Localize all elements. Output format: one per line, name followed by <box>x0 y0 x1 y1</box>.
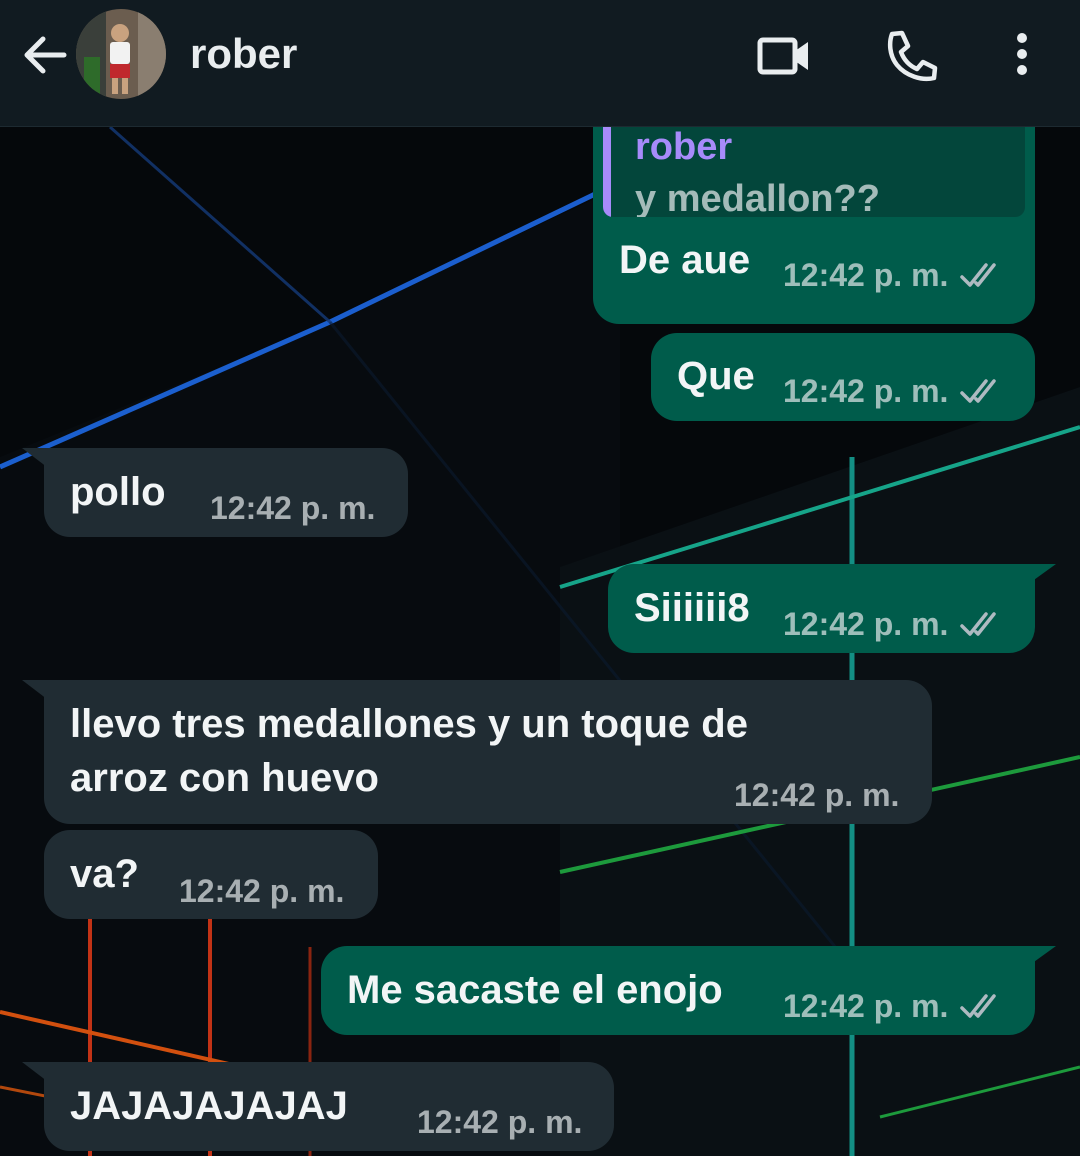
message-meta: 12:42 p. m. <box>783 255 1004 295</box>
phone-icon <box>887 30 938 82</box>
message-time: 12:42 p. m. <box>417 1104 583 1140</box>
message-text: De aue <box>619 238 751 282</box>
video-call-button[interactable] <box>755 28 815 84</box>
message-bubble-incoming[interactable]: JAJAJAJAJAJ 12:42 p. m. <box>44 1062 614 1151</box>
more-options-button[interactable] <box>994 28 1050 84</box>
double-check-icon <box>960 379 997 403</box>
message-meta: 12:42 p. m. <box>210 488 375 528</box>
message-text: pollo <box>70 470 166 514</box>
double-check-icon <box>960 612 997 636</box>
avatar-photo <box>76 9 166 99</box>
message-text: JAJAJAJAJAJ <box>70 1084 348 1128</box>
chat-area[interactable]: rober y medallon?? De aue 12:42 p. m. Qu… <box>0 127 1080 1156</box>
message-meta: 12:42 p. m. <box>179 871 344 911</box>
message-time: 12:42 p. m. <box>210 490 376 526</box>
message-bubble-incoming[interactable]: llevo tres medallones y un toque de arro… <box>44 680 932 824</box>
message-bubble-outgoing[interactable]: Siiiiii8 12:42 p. m. <box>608 564 1035 653</box>
avatar[interactable] <box>76 9 166 99</box>
message-meta: 12:42 p. m. <box>417 1102 582 1142</box>
quoted-message[interactable]: rober y medallon?? <box>603 127 1025 217</box>
voice-call-button[interactable] <box>882 28 942 84</box>
message-bubble-outgoing[interactable]: Que 12:42 p. m. <box>651 333 1035 421</box>
more-vertical-icon <box>1017 33 1027 75</box>
message-bubble-incoming[interactable]: pollo 12:42 p. m. <box>44 448 408 537</box>
quoted-text: y medallon?? <box>635 178 880 217</box>
message-time: 12:42 p. m. <box>783 988 949 1024</box>
message-text-line: llevo tres medallones y un toque de <box>70 702 748 746</box>
message-text: Siiiiii8 <box>634 586 750 630</box>
message-time: 12:42 p. m. <box>179 873 345 909</box>
double-check-icon <box>960 263 997 287</box>
message-bubble-outgoing[interactable]: Me sacaste el enojo 12:42 p. m. <box>321 946 1035 1035</box>
message-text-line: arroz con huevo <box>70 756 379 800</box>
chat-header: rober <box>0 0 1080 127</box>
message-time: 12:42 p. m. <box>783 373 949 409</box>
message-bubble-outgoing[interactable]: rober y medallon?? De aue 12:42 p. m. <box>593 127 1035 324</box>
message-time: 12:42 p. m. <box>734 777 900 813</box>
message-bubble-incoming[interactable]: va? 12:42 p. m. <box>44 830 378 919</box>
message-meta: 12:42 p. m. <box>783 371 1004 411</box>
contact-name[interactable]: rober <box>190 28 297 80</box>
message-time: 12:42 p. m. <box>783 257 949 293</box>
message-time: 12:42 p. m. <box>783 606 949 642</box>
arrow-left-icon <box>24 36 67 74</box>
message-meta: 12:42 p. m. <box>783 604 1004 644</box>
message-text: Me sacaste el enojo <box>347 968 723 1012</box>
back-button[interactable] <box>18 28 72 82</box>
message-meta: 12:42 p. m. <box>734 775 899 815</box>
double-check-icon <box>960 994 997 1018</box>
message-text: va? <box>70 852 139 896</box>
message-meta: 12:42 p. m. <box>783 986 1004 1026</box>
quote-accent-bar <box>603 127 611 217</box>
video-camera-icon <box>757 37 808 75</box>
message-text: Que <box>677 354 755 398</box>
quoted-author: rober <box>635 127 733 168</box>
